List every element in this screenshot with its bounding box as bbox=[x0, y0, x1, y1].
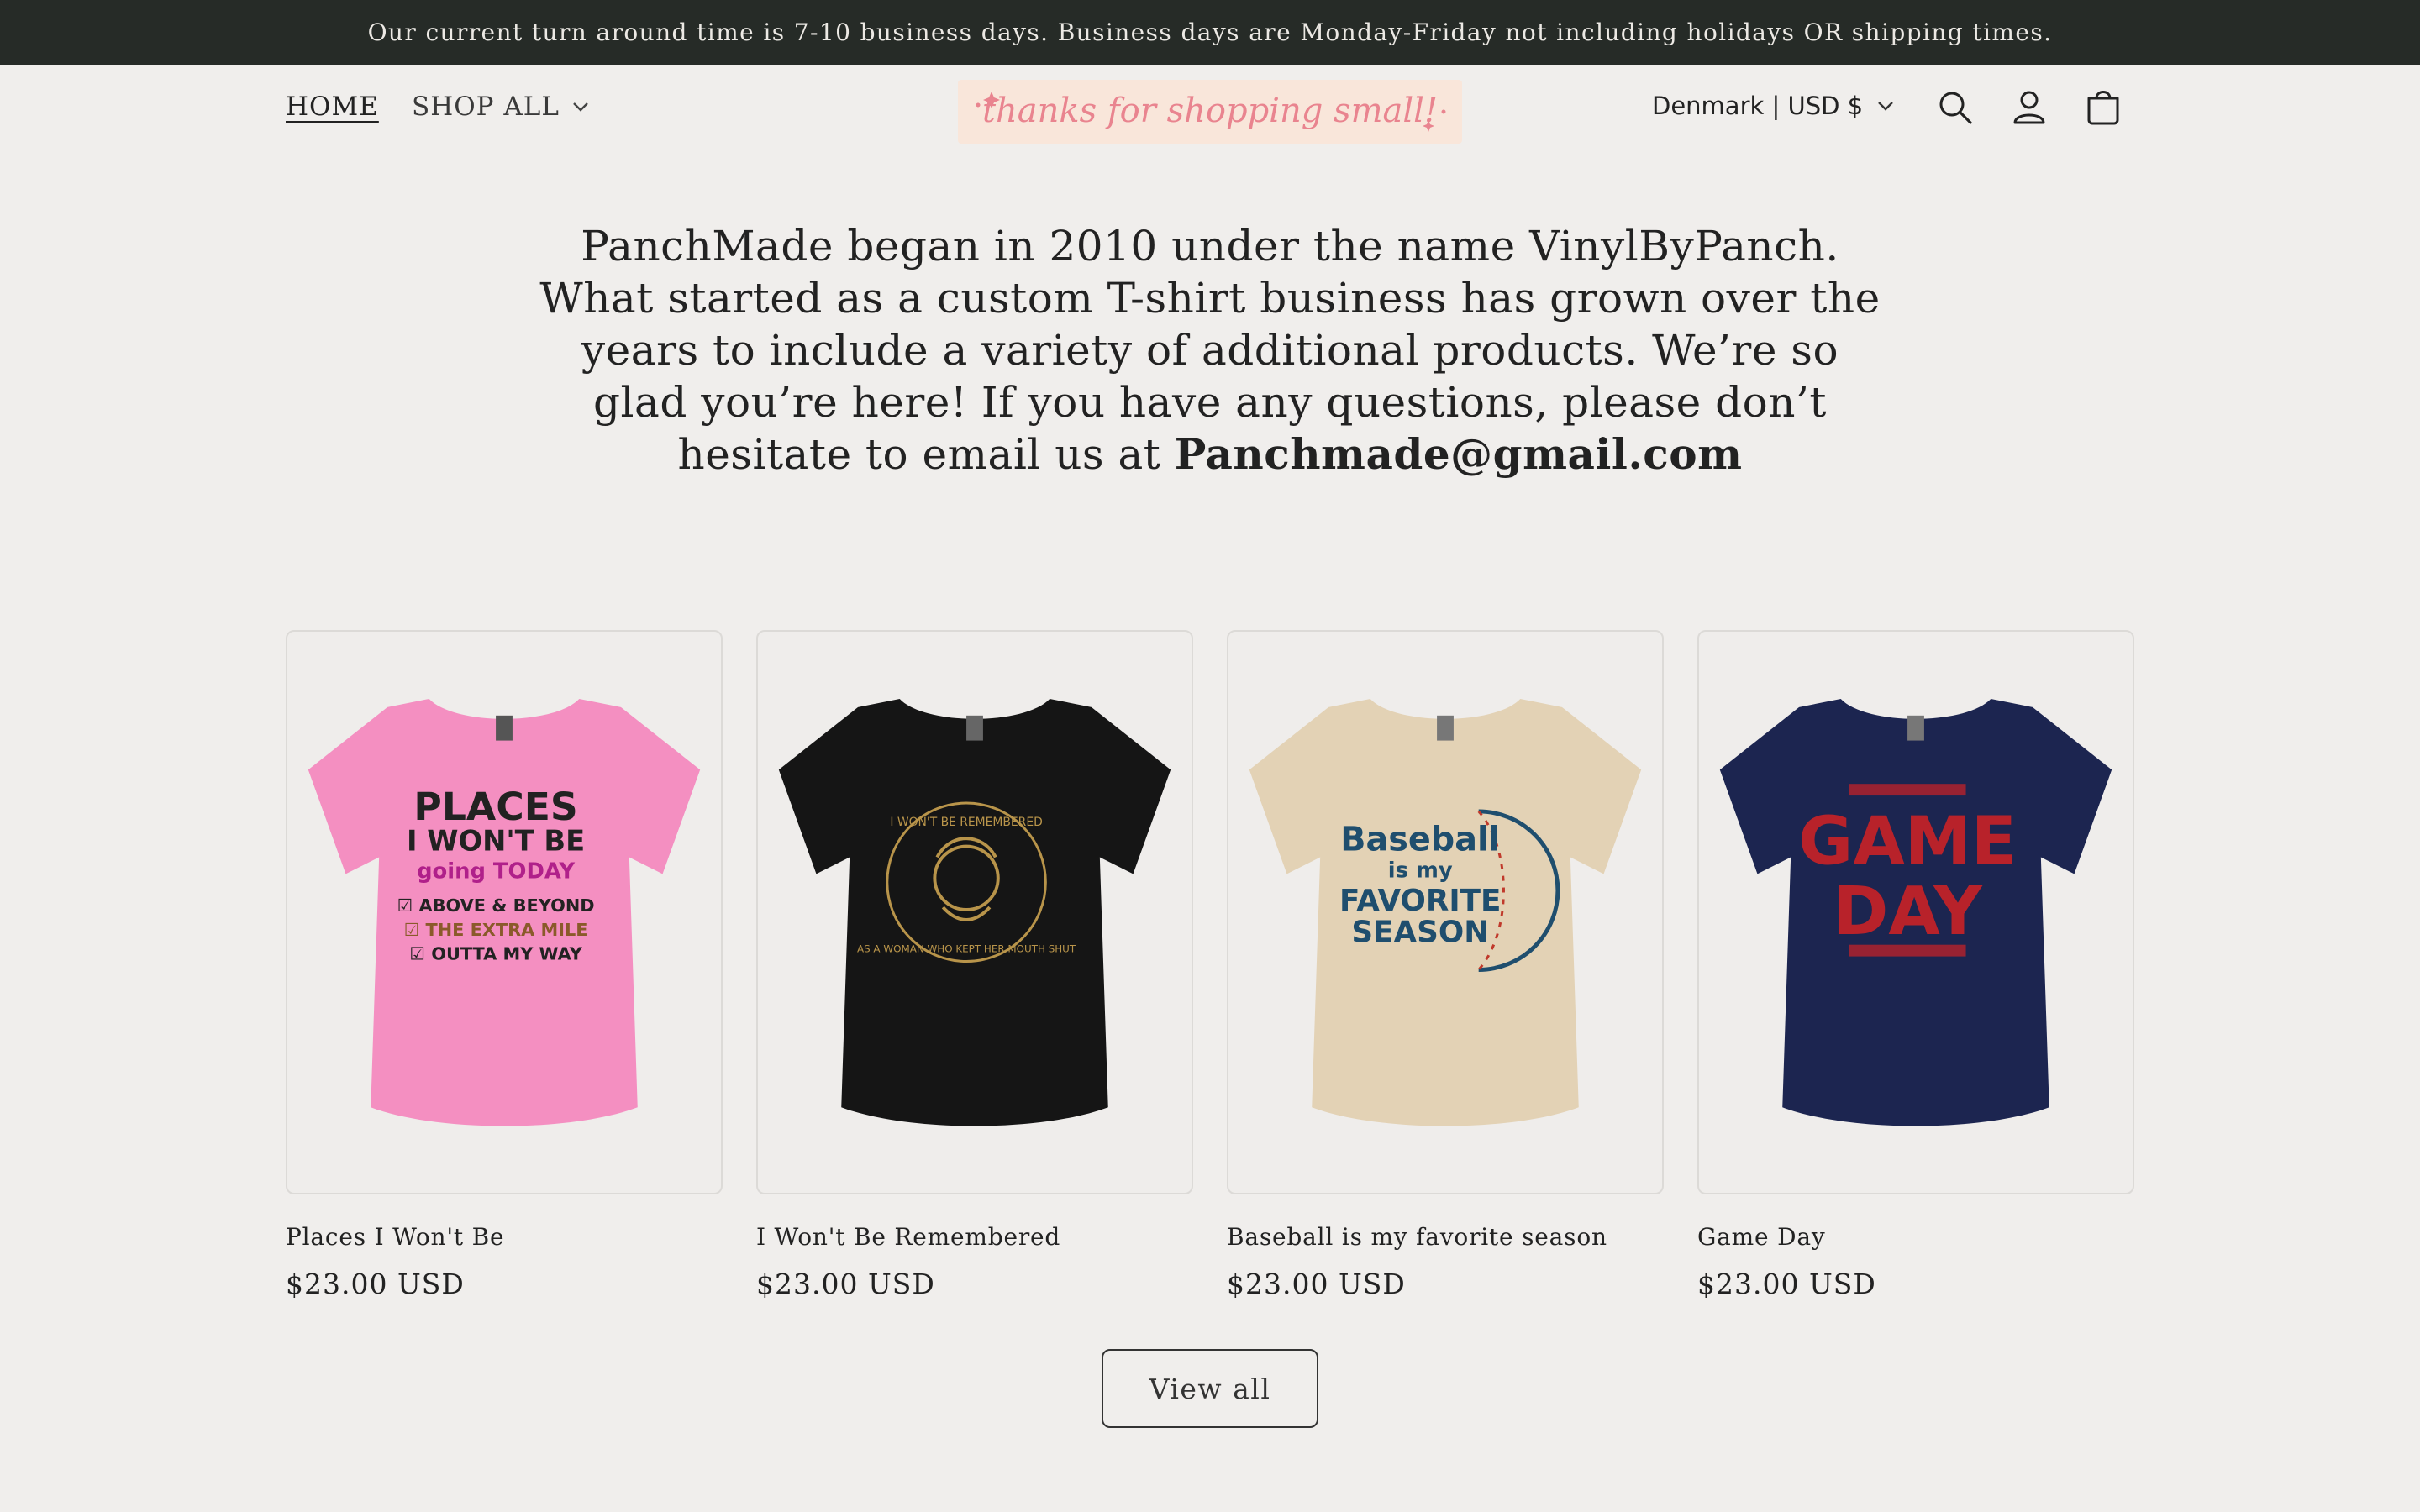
country-currency-label: Denmark | USD $ bbox=[1652, 92, 1864, 120]
chevron-down-icon bbox=[573, 102, 588, 112]
nav-shop-all-label: SHOP ALL bbox=[412, 92, 560, 122]
product-price: $23.00 USD bbox=[1697, 1268, 1876, 1300]
svg-text:FAVORITE: FAVORITE bbox=[1339, 884, 1501, 918]
shirt-tag bbox=[966, 715, 983, 741]
view-all-button[interactable]: View all bbox=[1102, 1349, 1318, 1428]
site-logo[interactable]: thanks for shopping small! bbox=[958, 80, 1462, 144]
svg-text:Baseball: Baseball bbox=[1340, 821, 1500, 859]
product-card[interactable]: I WON'T BE REMEMBERED AS A WOMAN WHO KEP… bbox=[756, 630, 1193, 1300]
product-title[interactable]: Game Day bbox=[1697, 1223, 2134, 1251]
svg-text:PLACES: PLACES bbox=[413, 785, 577, 829]
announcement-bar: Our current turn around time is 7-10 bus… bbox=[0, 0, 2420, 65]
product-card[interactable]: PLACES I WON'T BE going TODAY ☑ ABOVE & … bbox=[286, 630, 723, 1300]
svg-text:is my: is my bbox=[1388, 858, 1453, 883]
svg-text:going TODAY: going TODAY bbox=[417, 858, 575, 884]
svg-text:☑ OUTTA MY WAY: ☑ OUTTA MY WAY bbox=[409, 944, 582, 964]
intro-text: PanchMade began in 2010 under the name V… bbox=[538, 220, 1882, 480]
svg-text:I WON'T BE REMEMBERED: I WON'T BE REMEMBERED bbox=[890, 816, 1042, 829]
country-currency-selector[interactable]: Denmark | USD $ bbox=[1652, 92, 1895, 120]
search-icon[interactable] bbox=[1934, 87, 1976, 129]
product-image[interactable]: PLACES I WON'T BE going TODAY ☑ ABOVE & … bbox=[286, 630, 723, 1194]
product-image[interactable]: Baseball is my FAVORITE SEASON bbox=[1227, 630, 1664, 1194]
svg-text:SEASON: SEASON bbox=[1351, 916, 1489, 950]
svg-text:☑ THE EXTRA MILE: ☑ THE EXTRA MILE bbox=[404, 920, 588, 940]
svg-text:GAME: GAME bbox=[1798, 801, 2017, 879]
product-title[interactable]: Baseball is my favorite season bbox=[1227, 1223, 1664, 1251]
account-icon[interactable] bbox=[2008, 87, 2050, 129]
product-image[interactable]: I WON'T BE REMEMBERED AS A WOMAN WHO KEP… bbox=[756, 630, 1193, 1194]
product-price: $23.00 USD bbox=[756, 1268, 935, 1300]
product-title[interactable]: Places I Won't Be bbox=[286, 1223, 723, 1251]
product-price: $23.00 USD bbox=[286, 1268, 465, 1300]
shirt-print: PLACES I WON'T BE going TODAY ☑ ABOVE & … bbox=[397, 785, 595, 964]
logo-text: thanks for shopping small! bbox=[982, 92, 1438, 130]
svg-text:DAY: DAY bbox=[1833, 872, 1983, 950]
nav-home-link[interactable]: HOME bbox=[286, 92, 379, 122]
shirt-tag bbox=[1437, 715, 1454, 741]
product-card[interactable]: GAME DAY Game Day $23.00 USD bbox=[1697, 630, 2134, 1300]
shirt-tag bbox=[1907, 715, 1924, 741]
cart-icon[interactable] bbox=[2082, 87, 2124, 129]
announcement-text: Our current turn around time is 7-10 bus… bbox=[367, 18, 2053, 46]
product-image[interactable]: GAME DAY bbox=[1697, 630, 2134, 1194]
contact-email[interactable]: Panchmade@gmail.com bbox=[1175, 429, 1743, 479]
chevron-down-icon bbox=[1878, 102, 1893, 111]
site-header: HOME SHOP ALL thanks for shopping small!… bbox=[0, 65, 2420, 157]
svg-text:☑ ABOVE & BEYOND: ☑ ABOVE & BEYOND bbox=[397, 895, 595, 916]
tshirt-shape bbox=[778, 698, 1171, 1126]
nav-shop-all-dropdown[interactable]: SHOP ALL bbox=[412, 92, 590, 122]
svg-text:I WON'T BE: I WON'T BE bbox=[407, 825, 585, 858]
product-price: $23.00 USD bbox=[1227, 1268, 1406, 1300]
shirt-tag bbox=[496, 715, 513, 741]
product-title[interactable]: I Won't Be Remembered bbox=[756, 1223, 1193, 1251]
product-card[interactable]: Baseball is my FAVORITE SEASON Baseball … bbox=[1227, 630, 1664, 1300]
svg-text:AS A WOMAN WHO KEPT HER MOUTH: AS A WOMAN WHO KEPT HER MOUTH SHUT bbox=[857, 943, 1076, 955]
